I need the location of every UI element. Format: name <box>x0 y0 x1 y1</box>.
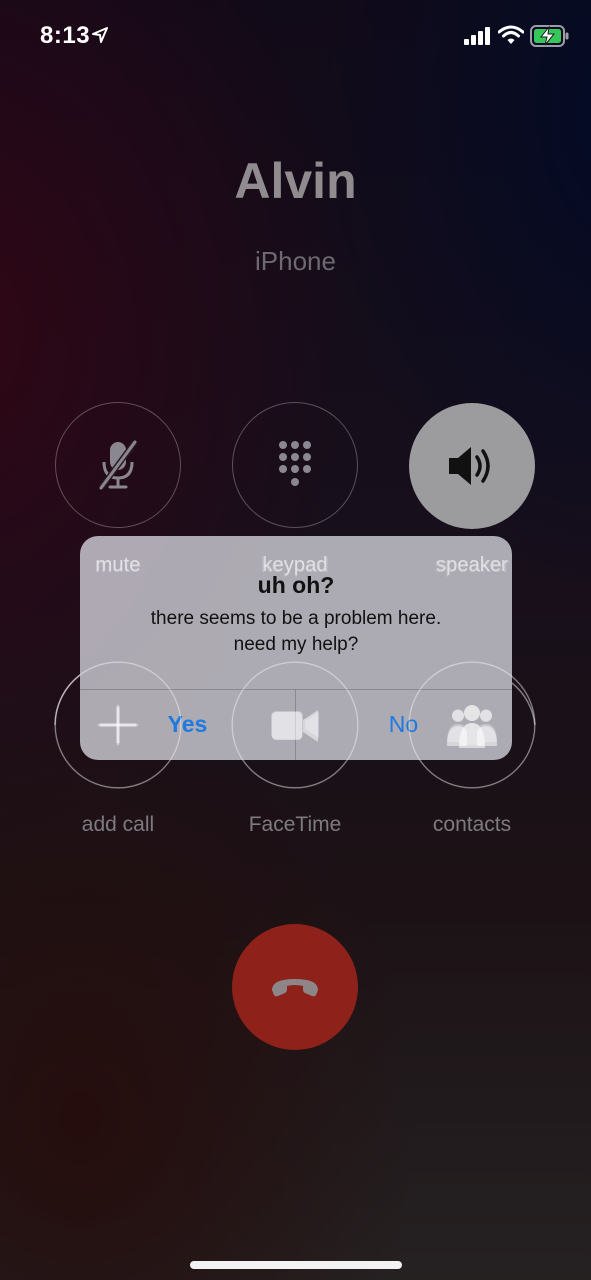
battery-charging-icon <box>530 25 569 47</box>
call-subtitle: iPhone <box>255 246 336 276</box>
facetime-label: FaceTime <box>248 813 342 836</box>
mic-slash-icon <box>98 440 138 490</box>
keypad-icon <box>279 441 311 486</box>
keypad-button[interactable] <box>232 402 358 528</box>
wifi-icon <box>498 25 524 44</box>
status-time: 8:13 <box>40 22 91 49</box>
alert-message-line1: there seems to be a problem here. <box>150 608 442 629</box>
alert-dialog: uh oh? there seems to be a problem here.… <box>80 536 512 760</box>
home-indicator[interactable] <box>190 1261 402 1269</box>
alert-no-button[interactable]: No <box>296 689 511 760</box>
alert-message-line2: need my help? <box>233 634 359 655</box>
cellular-signal-icon <box>464 27 490 45</box>
speaker-button[interactable] <box>409 403 535 529</box>
status-bar: 8:13 <box>0 0 591 70</box>
phone-hangup-icon <box>272 979 318 997</box>
alert-yes-button[interactable]: Yes <box>80 689 295 760</box>
end-call-button[interactable] <box>232 924 358 1050</box>
add-call-label: add call <box>81 813 155 836</box>
speaker-icon <box>449 447 490 485</box>
location-arrow-icon <box>92 27 108 43</box>
mute-button[interactable] <box>55 402 181 528</box>
caller-name: Alvin <box>234 153 357 209</box>
alert-title: uh oh? <box>257 572 335 598</box>
contacts-label: contacts <box>432 813 512 836</box>
alert-message: there seems to be a problem here. need m… <box>100 606 492 658</box>
